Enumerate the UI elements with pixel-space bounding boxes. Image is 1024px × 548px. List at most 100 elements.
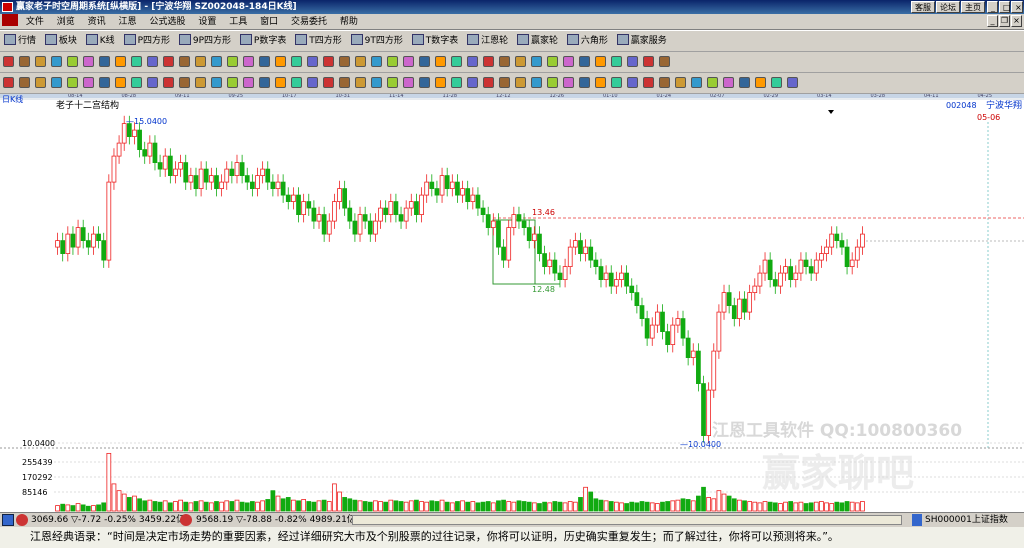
analysis-tool-icon-27[interactable] <box>435 77 446 88</box>
analysis-tool-icon-28[interactable] <box>451 77 462 88</box>
draw-tool-icon-31[interactable] <box>499 56 510 67</box>
draw-tool-icon-20[interactable] <box>323 56 334 67</box>
draw-tool-icon-9[interactable] <box>147 56 158 67</box>
forum-button[interactable]: 论坛 <box>936 1 960 13</box>
draw-tool-icon-29[interactable] <box>467 56 478 67</box>
analysis-tool-icon-24[interactable] <box>387 77 398 88</box>
kline-chart[interactable]: 08-14 08-28 09-11 09-25 10-17 10-31 11-14 11-28… <box>0 94 1024 512</box>
analysis-tool-icon-33[interactable] <box>531 77 542 88</box>
draw-tool-icon-27[interactable] <box>435 56 446 67</box>
analysis-tool-icon-31[interactable] <box>499 77 510 88</box>
menu-formula[interactable]: 公式选股 <box>144 14 190 30</box>
draw-tool-icon-1[interactable] <box>19 56 30 67</box>
analysis-tool-icon-41[interactable] <box>659 77 670 88</box>
analysis-tool-icon-19[interactable] <box>307 77 318 88</box>
home-button[interactable]: 主页 <box>961 1 985 13</box>
menu-settings[interactable]: 设置 <box>193 14 221 30</box>
analysis-tool-icon-49[interactable] <box>787 77 798 88</box>
analysis-tool-icon-3[interactable] <box>51 77 62 88</box>
draw-tool-icon-26[interactable] <box>419 56 430 67</box>
horizontal-scrollbar[interactable] <box>352 515 902 525</box>
analysis-tool-icon-45[interactable] <box>723 77 734 88</box>
minimize-icon[interactable]: _ <box>987 1 998 13</box>
analysis-tool-icon-2[interactable] <box>35 77 46 88</box>
analysis-tool-icon-37[interactable] <box>595 77 606 88</box>
draw-tool-icon-36[interactable] <box>579 56 590 67</box>
draw-tool-icon-18[interactable] <box>291 56 302 67</box>
analysis-tool-icon-14[interactable] <box>227 77 238 88</box>
draw-tool-icon-40[interactable] <box>643 56 654 67</box>
winner-wheel-button[interactable]: 赢家轮 <box>516 31 558 51</box>
draw-tool-icon-34[interactable] <box>547 56 558 67</box>
menu-file[interactable]: 文件 <box>21 14 49 30</box>
analysis-tool-icon-12[interactable] <box>195 77 206 88</box>
menu-tools[interactable]: 工具 <box>224 14 252 30</box>
draw-tool-icon-37[interactable] <box>595 56 606 67</box>
gann-wheel-button[interactable]: 江恩轮 <box>467 31 508 51</box>
analysis-tool-icon-29[interactable] <box>467 77 478 88</box>
analysis-tool-icon-16[interactable] <box>259 77 270 88</box>
draw-tool-icon-23[interactable] <box>371 56 382 67</box>
draw-tool-icon-11[interactable] <box>179 56 190 67</box>
menu-window[interactable]: 窗口 <box>255 14 283 30</box>
analysis-tool-icon-32[interactable] <box>515 77 526 88</box>
draw-tool-icon-12[interactable] <box>195 56 206 67</box>
draw-tool-icon-5[interactable] <box>83 56 94 67</box>
t-square-button[interactable]: T四方形 <box>295 31 342 51</box>
analysis-tool-icon-8[interactable] <box>131 77 142 88</box>
draw-tool-icon-7[interactable] <box>115 56 126 67</box>
kline-chart-panel[interactable]: 08-14 08-28 09-11 09-25 10-17 10-31 11-14 11-28… <box>0 94 1024 512</box>
analysis-tool-icon-17[interactable] <box>275 77 286 88</box>
analysis-tool-icon-11[interactable] <box>179 77 190 88</box>
draw-tool-icon-38[interactable] <box>611 56 622 67</box>
analysis-tool-icon-47[interactable] <box>755 77 766 88</box>
analysis-tool-icon-42[interactable] <box>675 77 686 88</box>
draw-tool-icon-19[interactable] <box>307 56 318 67</box>
analysis-tool-icon-36[interactable] <box>579 77 590 88</box>
analysis-tool-icon-43[interactable] <box>691 77 702 88</box>
9p-square-button[interactable]: 9P四方形 <box>178 31 231 51</box>
draw-tool-icon-13[interactable] <box>211 56 222 67</box>
draw-tool-icon-22[interactable] <box>355 56 366 67</box>
mdi-restore-icon[interactable]: ❐ <box>999 15 1010 27</box>
draw-tool-icon-30[interactable] <box>483 56 494 67</box>
analysis-tool-icon-7[interactable] <box>115 77 126 88</box>
mdi-close-icon[interactable]: × <box>1011 15 1022 27</box>
analysis-tool-icon-44[interactable] <box>707 77 718 88</box>
analysis-tool-icon-1[interactable] <box>19 77 30 88</box>
analysis-tool-icon-4[interactable] <box>67 77 78 88</box>
analysis-tool-icon-10[interactable] <box>163 77 174 88</box>
draw-tool-icon-28[interactable] <box>451 56 462 67</box>
hexagon-button[interactable]: 六角形 <box>566 31 608 51</box>
analysis-tool-icon-0[interactable] <box>3 77 14 88</box>
mdi-minimize-icon[interactable]: _ <box>987 15 998 27</box>
analysis-tool-icon-6[interactable] <box>99 77 110 88</box>
draw-tool-icon-16[interactable] <box>259 56 270 67</box>
draw-tool-icon-32[interactable] <box>515 56 526 67</box>
quote-button[interactable]: 行情 <box>4 31 36 51</box>
analysis-tool-icon-25[interactable] <box>403 77 414 88</box>
analysis-tool-icon-5[interactable] <box>83 77 94 88</box>
draw-tool-icon-2[interactable] <box>35 56 46 67</box>
9t-square-button[interactable]: 9T四方形 <box>350 31 403 51</box>
analysis-tool-icon-20[interactable] <box>323 77 334 88</box>
draw-tool-icon-10[interactable] <box>163 56 174 67</box>
menu-browse[interactable]: 浏览 <box>52 14 80 30</box>
analysis-tool-icon-13[interactable] <box>211 77 222 88</box>
analysis-tool-icon-40[interactable] <box>643 77 654 88</box>
maximize-icon[interactable]: □ <box>999 1 1011 13</box>
sector-button[interactable]: 板块 <box>44 31 77 51</box>
service-button[interactable]: 客服 <box>911 1 935 13</box>
p-square-button[interactable]: P四方形 <box>123 31 170 51</box>
analysis-tool-icon-48[interactable] <box>771 77 782 88</box>
analysis-tool-icon-38[interactable] <box>611 77 622 88</box>
close-icon[interactable]: × <box>1011 1 1023 13</box>
analysis-tool-icon-23[interactable] <box>371 77 382 88</box>
analysis-tool-icon-39[interactable] <box>627 77 638 88</box>
draw-tool-icon-17[interactable] <box>275 56 286 67</box>
menu-gann[interactable]: 江恩 <box>114 14 142 30</box>
draw-tool-icon-24[interactable] <box>387 56 398 67</box>
analysis-tool-icon-21[interactable] <box>339 77 350 88</box>
analysis-tool-icon-46[interactable] <box>739 77 750 88</box>
p-table-button[interactable]: P数字表 <box>239 31 286 51</box>
